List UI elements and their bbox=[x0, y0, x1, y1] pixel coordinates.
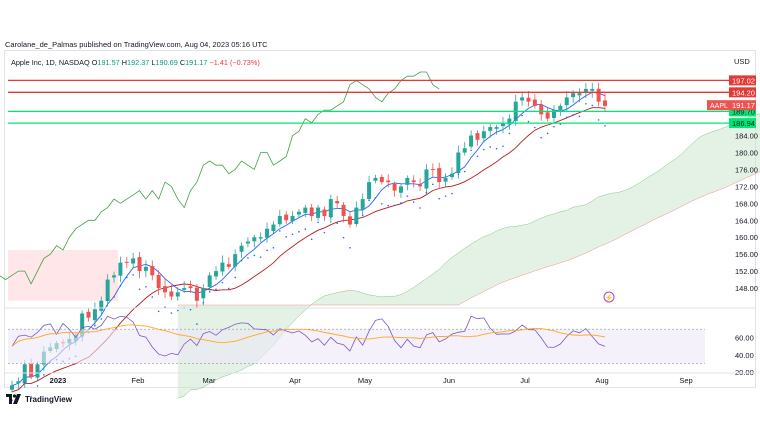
chart-frame bbox=[4, 50, 756, 388]
tradingview-logo: TradingView bbox=[6, 394, 72, 404]
published-line: Carolane_de_Palmas published on TradingV… bbox=[5, 40, 268, 49]
tradingview-icon bbox=[6, 394, 21, 404]
low-value: 190.69 bbox=[155, 58, 178, 67]
change-value: −1.41 (−0.73%) bbox=[209, 58, 260, 67]
currency-label[interactable]: USD bbox=[734, 57, 750, 66]
symbol-name: Apple Inc, 1D, NASDAQ bbox=[11, 58, 90, 67]
brand-name: TradingView bbox=[25, 394, 72, 404]
symbol-legend: Apple Inc, 1D, NASDAQ O191.57 H192.37 L1… bbox=[11, 58, 260, 67]
close-value: 191.17 bbox=[185, 58, 208, 67]
open-value: 191.57 bbox=[97, 58, 120, 67]
high-value: 192.37 bbox=[127, 58, 150, 67]
